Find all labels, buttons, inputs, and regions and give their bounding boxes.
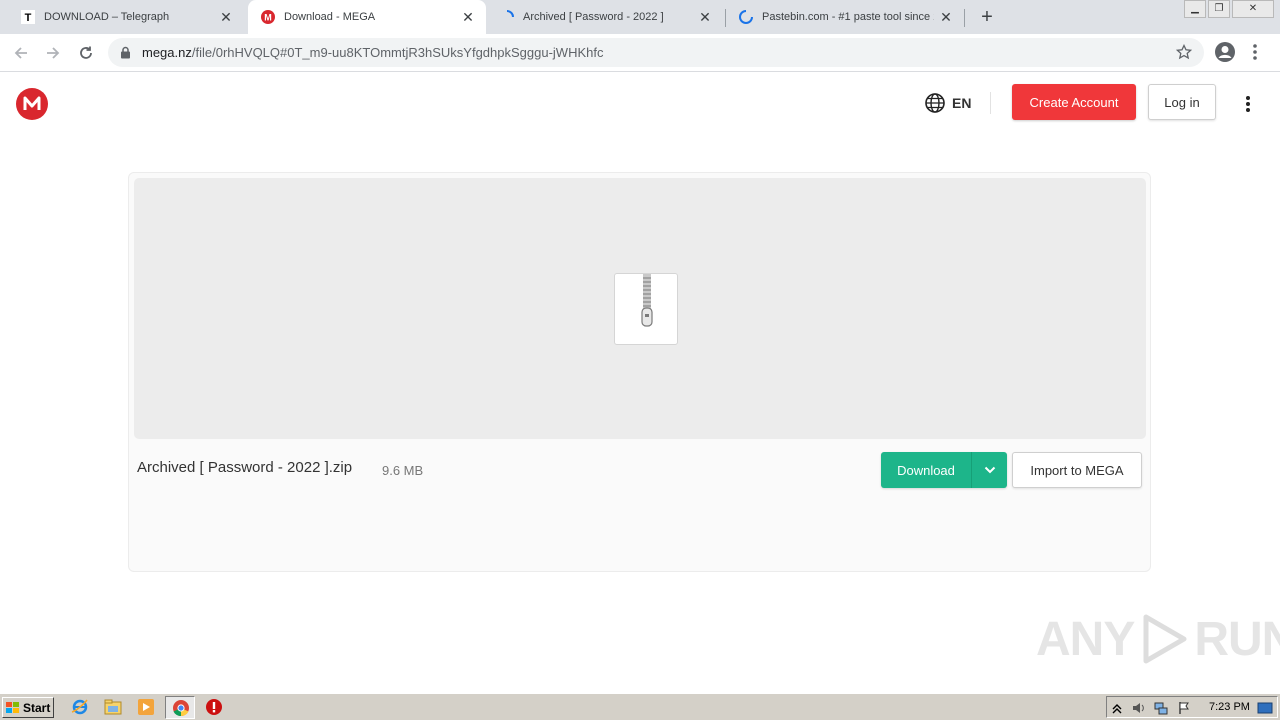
back-arrow-icon[interactable] xyxy=(10,42,32,64)
file-preview xyxy=(134,178,1146,439)
minimize-window-icon[interactable]: ▁ xyxy=(1184,0,1206,18)
system-tray: 7:23 PM xyxy=(1106,696,1278,718)
play-logo-icon xyxy=(1138,613,1190,665)
browser-toolbar: mega.nz/file/0rhHVQLQ#0T_m9-uu8KTOmmtjR3… xyxy=(0,34,1280,72)
more-menu-icon[interactable] xyxy=(1244,94,1252,114)
file-card: Archived [ Password - 2022 ].zip 9.6 MB … xyxy=(128,172,1151,572)
mega-icon: M xyxy=(260,9,276,25)
header-divider xyxy=(990,92,991,114)
chrome-icon xyxy=(172,699,190,717)
tab-pastebin[interactable]: Pastebin.com - #1 paste tool since 2 ✕ xyxy=(726,0,964,34)
tab-mega[interactable]: M Download - MEGA ✕ xyxy=(248,0,486,34)
tab-title: Archived [ Password - 2022 ] xyxy=(523,11,664,23)
tab-title: DOWNLOAD – Telegraph xyxy=(44,11,170,23)
tab-telegraph[interactable]: T DOWNLOAD – Telegraph ✕ xyxy=(8,0,244,34)
download-options-chevron-icon[interactable] xyxy=(971,452,1007,488)
url-domain: mega.nz xyxy=(142,45,192,60)
svg-text:M: M xyxy=(264,13,272,23)
close-tab-icon[interactable]: ✕ xyxy=(697,9,713,25)
start-button[interactable]: Start xyxy=(2,697,54,718)
mega-logo-icon[interactable] xyxy=(16,88,48,120)
lock-icon xyxy=(120,46,132,60)
create-account-button[interactable]: Create Account xyxy=(1012,84,1136,120)
tab-archived[interactable]: Archived [ Password - 2022 ] ✕ xyxy=(487,0,723,34)
close-tab-icon[interactable]: ✕ xyxy=(218,9,234,25)
file-size: 9.6 MB xyxy=(382,463,424,478)
download-button-group: Download xyxy=(881,452,1007,488)
browser-tab-strip: T DOWNLOAD – Telegraph ✕ M Download - ME… xyxy=(0,0,1280,34)
watermark-text-left: ANY xyxy=(1036,612,1135,666)
svg-text:T: T xyxy=(25,12,32,24)
globe-icon xyxy=(924,92,946,114)
close-tab-icon[interactable]: ✕ xyxy=(938,9,954,25)
download-button[interactable]: Download xyxy=(881,452,971,488)
show-desktop-icon[interactable] xyxy=(1257,701,1273,715)
action-center-flag-icon[interactable] xyxy=(1177,701,1191,715)
anyrun-watermark: ANY RUN xyxy=(1036,608,1280,670)
url-path: /file/0rhHVQLQ#0T_m9-uu8KTOmmtjR3hSUksYf… xyxy=(191,45,604,60)
browser-menu-icon[interactable] xyxy=(1252,42,1258,62)
restore-window-icon[interactable]: ❐ xyxy=(1208,0,1230,18)
tab-title: Download - MEGA xyxy=(284,11,376,23)
system-clock[interactable]: 7:23 PM xyxy=(1209,701,1250,713)
telegraph-icon: T xyxy=(20,9,36,25)
tab-separator xyxy=(964,9,965,27)
url-text: mega.nz/file/0rhHVQLQ#0T_m9-uu8KTOmmtjR3… xyxy=(142,45,603,60)
import-to-mega-button[interactable]: Import to MEGA xyxy=(1012,452,1142,488)
language-label: EN xyxy=(952,95,972,111)
profile-avatar-icon[interactable] xyxy=(1214,41,1236,63)
show-hidden-icons-icon[interactable] xyxy=(1110,701,1124,715)
tab-title: Pastebin.com - #1 paste tool since 2 xyxy=(762,11,934,23)
reload-icon[interactable] xyxy=(75,42,97,64)
zip-file-icon xyxy=(614,273,678,345)
close-window-icon[interactable]: ✕ xyxy=(1232,0,1274,18)
file-explorer-icon[interactable] xyxy=(104,698,122,716)
watermark-text-right: RUN xyxy=(1194,612,1280,666)
new-tab-button[interactable]: + xyxy=(977,7,997,27)
windows-flag-icon xyxy=(6,701,20,714)
volume-icon[interactable] xyxy=(1131,701,1145,715)
start-label: Start xyxy=(23,700,51,715)
internet-explorer-icon[interactable] xyxy=(71,698,89,716)
opera-stop-icon[interactable] xyxy=(205,698,223,716)
loading-spinner-icon xyxy=(499,9,515,25)
network-icon[interactable] xyxy=(1154,701,1168,715)
address-bar[interactable]: mega.nz/file/0rhHVQLQ#0T_m9-uu8KTOmmtjR3… xyxy=(108,38,1204,67)
taskbar: Start 7:23 PM xyxy=(0,693,1280,720)
login-button[interactable]: Log in xyxy=(1148,84,1216,120)
media-player-icon[interactable] xyxy=(137,698,155,716)
loading-spinner-icon xyxy=(738,9,754,25)
close-tab-icon[interactable]: ✕ xyxy=(460,9,476,25)
forward-arrow-icon[interactable] xyxy=(42,42,64,64)
file-name: Archived [ Password - 2022 ].zip xyxy=(137,459,353,476)
bookmark-star-icon[interactable] xyxy=(1175,43,1193,60)
language-selector[interactable]: EN xyxy=(924,92,971,114)
taskbar-chrome-button[interactable] xyxy=(165,696,195,719)
